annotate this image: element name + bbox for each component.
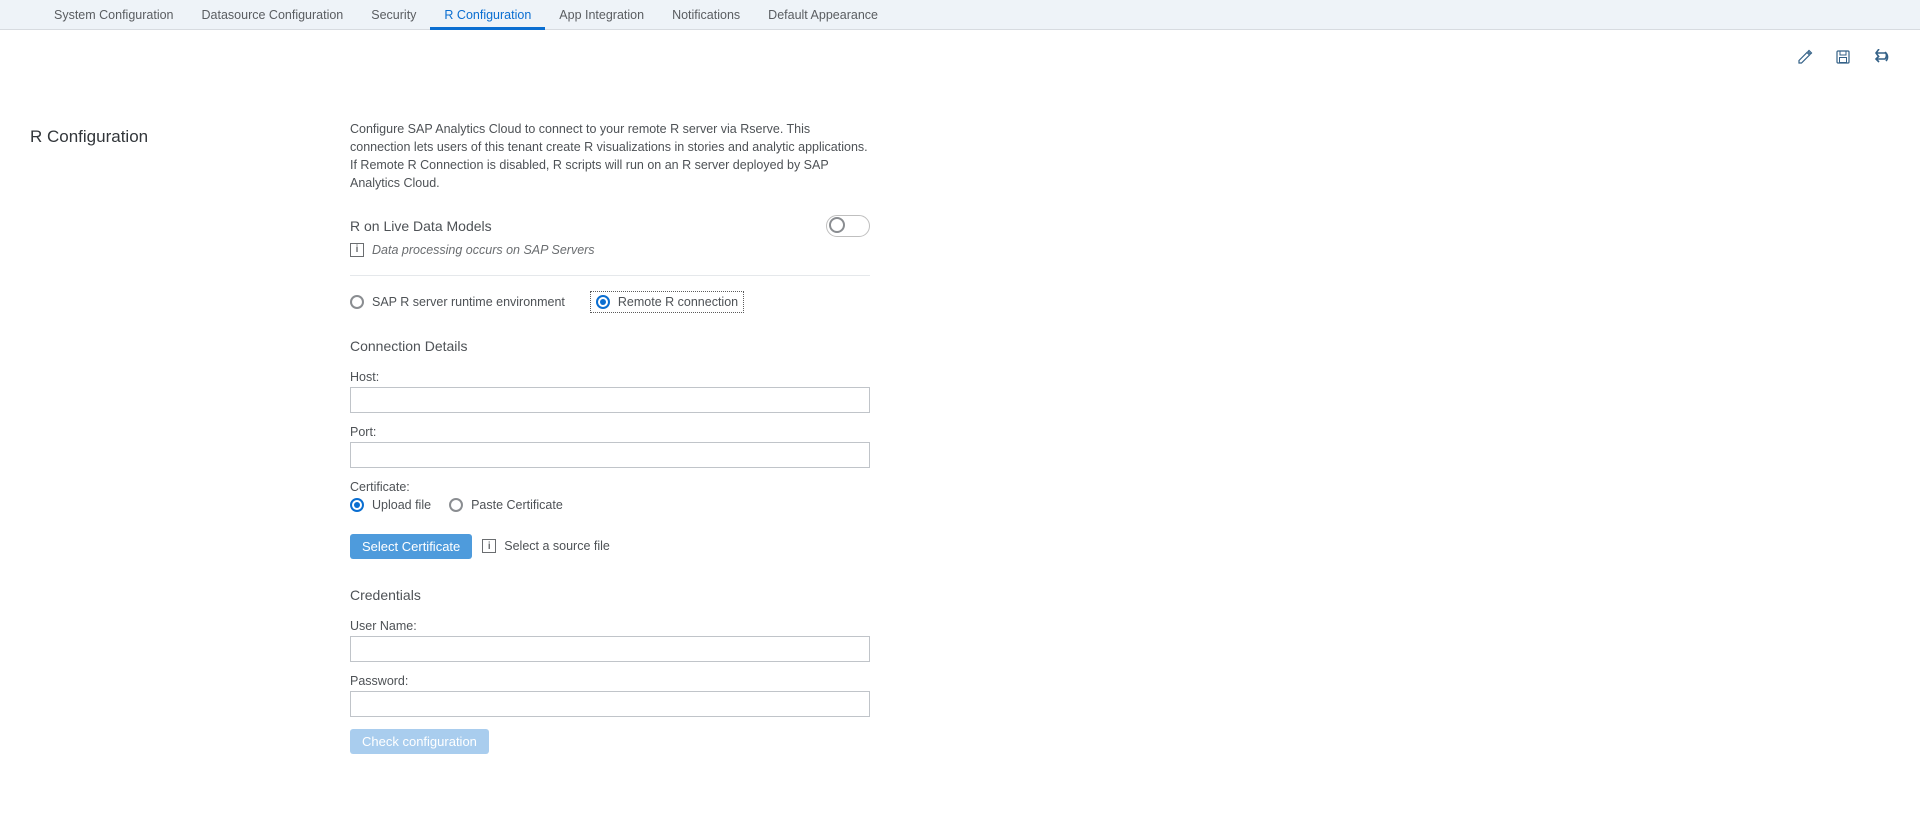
radio-circle <box>350 498 364 512</box>
page-body: R Configuration Configure SAP Analytics … <box>0 30 1100 794</box>
radio-paste-certificate[interactable]: Paste Certificate <box>449 498 563 512</box>
port-label: Port: <box>350 425 870 439</box>
select-certificate-button[interactable]: Select Certificate <box>350 534 472 559</box>
username-label: User Name: <box>350 619 870 633</box>
credentials-heading: Credentials <box>350 587 870 603</box>
radio-upload-file[interactable]: Upload file <box>350 498 431 512</box>
tab-r-configuration[interactable]: R Configuration <box>430 0 545 30</box>
page-toolbar <box>1796 48 1890 66</box>
certificate-mode-group: Upload file Paste Certificate <box>350 498 870 512</box>
check-configuration-button[interactable]: Check configuration <box>350 729 489 754</box>
page-description: Configure SAP Analytics Cloud to connect… <box>350 120 870 193</box>
select-source-text: Select a source file <box>504 539 610 553</box>
toggle-knob <box>829 217 845 233</box>
password-input[interactable] <box>350 691 870 717</box>
page-title: R Configuration <box>30 127 350 147</box>
tab-datasource-configuration[interactable]: Datasource Configuration <box>188 0 358 29</box>
live-data-note: Data processing occurs on SAP Servers <box>372 243 595 257</box>
radio-remote-connection[interactable]: Remote R connection <box>593 294 741 310</box>
connection-details-heading: Connection Details <box>350 338 870 354</box>
radio-circle <box>350 295 364 309</box>
tab-security[interactable]: Security <box>357 0 430 29</box>
host-input[interactable] <box>350 387 870 413</box>
live-data-toggle[interactable] <box>826 215 870 237</box>
tab-bar: System Configuration Datasource Configur… <box>0 0 1920 30</box>
edit-icon[interactable] <box>1796 48 1814 66</box>
password-label: Password: <box>350 674 870 688</box>
username-input[interactable] <box>350 636 870 662</box>
radio-remote-label: Remote R connection <box>618 295 738 309</box>
undo-icon[interactable] <box>1872 48 1890 66</box>
runtime-radio-group: SAP R server runtime environment Remote … <box>350 294 870 310</box>
port-input[interactable] <box>350 442 870 468</box>
upload-file-label: Upload file <box>372 498 431 512</box>
radio-circle <box>596 295 610 309</box>
live-data-label: R on Live Data Models <box>350 218 492 234</box>
certificate-label: Certificate: <box>350 480 870 494</box>
radio-sap-runtime[interactable]: SAP R server runtime environment <box>350 294 565 310</box>
tab-notifications[interactable]: Notifications <box>658 0 754 29</box>
radio-circle <box>449 498 463 512</box>
radio-sap-label: SAP R server runtime environment <box>372 295 565 309</box>
info-icon: i <box>482 539 496 553</box>
host-label: Host: <box>350 370 870 384</box>
save-icon[interactable] <box>1834 48 1852 66</box>
tab-default-appearance[interactable]: Default Appearance <box>754 0 892 29</box>
paste-certificate-label: Paste Certificate <box>471 498 563 512</box>
info-icon: i <box>350 243 364 257</box>
tab-system-configuration[interactable]: System Configuration <box>40 0 188 29</box>
tab-app-integration[interactable]: App Integration <box>545 0 658 29</box>
